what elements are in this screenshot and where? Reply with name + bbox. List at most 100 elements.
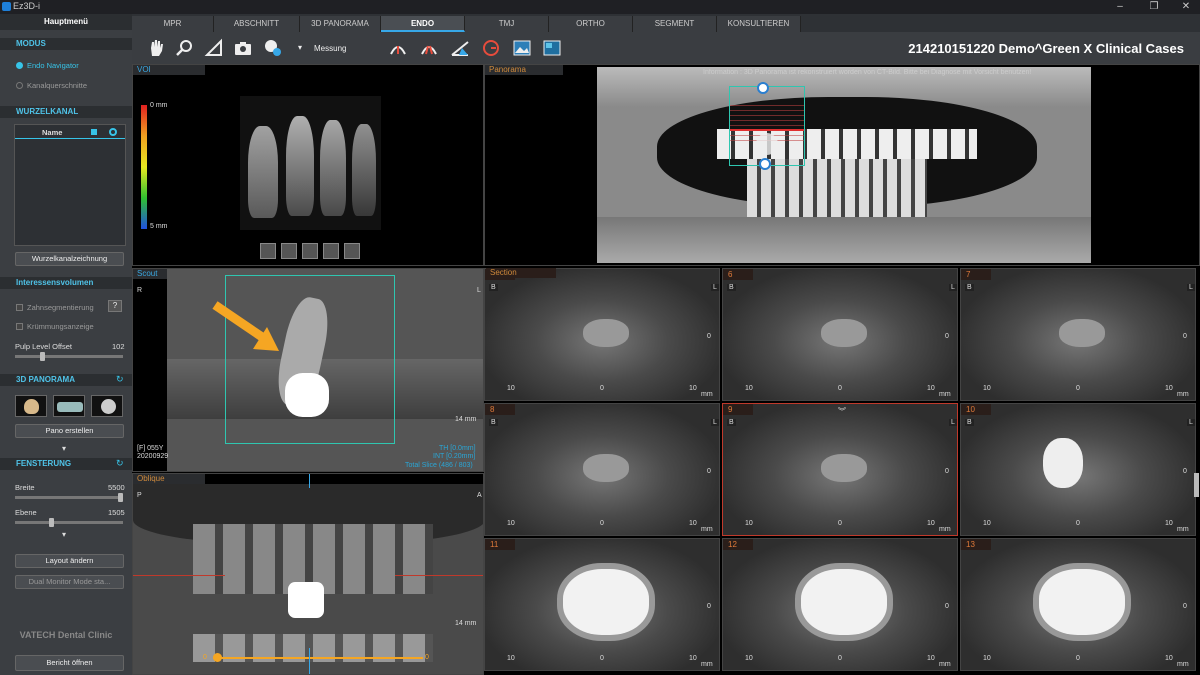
section-right-tick: 10 [689,520,697,527]
tab-segment[interactable]: SEGMENT [633,16,717,32]
section-cell[interactable]: 7 B L 0 10 0 10 mm [960,268,1196,401]
canal-tooth-icon[interactable] [388,38,408,58]
depth-slider[interactable] [213,657,423,659]
section-lingual-mark: L [1187,419,1195,426]
pano-skull-thumb-2[interactable] [53,395,85,417]
section-right-tick: 10 [927,385,935,392]
dropdown-arrow-icon[interactable]: ▾ [298,43,302,52]
section-lingual-mark: L [711,284,719,291]
tab-endo[interactable]: ENDO [381,16,465,32]
section-right-tick: 10 [927,520,935,527]
wurzelkanalzeichnung-button[interactable]: Wurzelkanalzeichnung [15,252,124,266]
endo-navigator-label[interactable]: Endo Navigator [27,61,79,70]
zahnsegmentierung-checkbox[interactable] [16,304,23,311]
section-label: Section [486,268,556,278]
slider-end-label: 0 [425,654,429,661]
section-right-tick: 10 [689,385,697,392]
breite-slider[interactable] [15,496,123,499]
view-back-button[interactable] [281,243,297,259]
section-lingual-mark: L [949,419,957,426]
camera-icon[interactable] [233,38,253,58]
view-right-button[interactable] [323,243,339,259]
ebene-value: 1505 [108,508,125,517]
section-left-tick: 10 [507,385,515,392]
section-mid-tick: 0 [838,520,842,527]
person-capture-icon[interactable] [263,38,283,58]
oblique-panel[interactable]: Oblique P A 14 mm 0 0 [132,473,484,675]
kanalquerschnitte-label[interactable]: Kanalquerschnitte [27,81,87,90]
section-cell[interactable]: 12 0 10 0 10 mm [722,538,958,671]
scout-total-slice: Total Slice (486 / 803) [405,462,473,469]
angle-measure-icon[interactable] [450,38,470,58]
pano-erstellen-button[interactable]: Pano erstellen [15,424,124,438]
tooth-cross-section [1039,569,1125,635]
scout-panel[interactable]: Scout R L 14 mm [F] 055Y 20200929 TH [0.… [132,268,484,472]
tab-3d-panorama[interactable]: 3D PANORAMA [300,16,381,32]
dual-monitor-button[interactable]: Dual Monitor Mode sta... [15,575,124,589]
section-cell[interactable]: 6 B L 0 10 0 10 mm [722,268,958,401]
voi-panel[interactable]: VOI 0 mm 5 mm [132,64,484,266]
chevron-down-icon[interactable]: ▾ [62,530,66,539]
scout-right-mark: L [477,287,481,294]
view-top-button[interactable] [344,243,360,259]
panorama-panel[interactable]: Panorama Information : 3D Panorama ist r… [484,64,1200,266]
section-cell[interactable]: 13 0 10 0 10 mm [960,538,1196,671]
layout-grid-icon[interactable] [542,38,562,58]
kanalquerschnitte-radio[interactable] [16,82,23,89]
section-right-tick: 10 [1165,655,1173,662]
reset-circle-icon[interactable] [481,38,501,58]
tab-ortho[interactable]: ORTHO [549,16,633,32]
rotate-handle-top[interactable] [757,82,769,94]
image-panel-icon[interactable] [512,38,532,58]
pulp-level-knob[interactable] [40,352,45,361]
measure-dropdown[interactable]: Messung [314,44,346,53]
layout-aendern-button[interactable]: Layout ändern [15,554,124,568]
bericht-oeffnen-button[interactable]: Bericht öffnen [15,655,124,671]
minimize-button[interactable]: – [1106,0,1134,14]
depth-slider-knob[interactable] [213,653,222,662]
eye-icon[interactable] [109,128,117,136]
zoom-icon[interactable] [175,38,195,58]
pano-skull-thumb-3[interactable] [91,395,123,417]
section-cell[interactable]: 11 0 10 0 10 mm [484,538,720,671]
breite-knob[interactable] [118,493,123,502]
help-button[interactable]: ? [108,300,122,312]
ebene-knob[interactable] [49,518,54,527]
hand-icon[interactable] [146,38,166,58]
tab-tmj[interactable]: TMJ [465,16,549,32]
refresh-icon[interactable]: ↻ [116,374,126,384]
kruemmung-checkbox[interactable] [16,323,23,330]
case-title: 214210151220 Demo^Green X Clinical Cases [908,41,1184,56]
section-number: 13 [961,539,991,550]
endo-navigator-radio[interactable] [16,62,23,69]
section-cell[interactable]: 5BL010010mm [484,268,720,401]
pulp-level-slider[interactable] [15,355,123,358]
section-number: 10 [961,404,991,415]
chevron-down-icon[interactable]: ▾ [62,444,66,453]
section-cell[interactable]: 8 B L 0 10 0 10 mm [484,403,720,536]
refresh-icon[interactable]: ↻ [116,458,126,468]
oblique-mm-label: 14 mm [455,620,477,627]
pano-skull-thumb-1[interactable] [15,395,47,417]
section-mm-unit: mm [939,391,951,398]
chevron-double-down-icon[interactable]: ︾ [838,406,846,417]
angle-icon[interactable] [204,38,224,58]
main-menu-button[interactable]: Hauptmenü [0,14,132,30]
section-mm-unit: mm [939,526,951,533]
canal-double-icon[interactable] [419,38,439,58]
tab-konsultieren[interactable]: KONSULTIEREN [717,16,801,32]
roi-box[interactable] [729,86,805,166]
tab-mpr[interactable]: MPR [132,16,214,32]
scout-mm-label: 14 mm [455,416,477,423]
view-front-button[interactable] [260,243,276,259]
section-cell[interactable]: 9 B L 0 10 0 10 mm [722,403,958,536]
tab-abschnitt[interactable]: ABSCHNITT [214,16,300,32]
section-mm-unit: mm [1177,526,1189,533]
section-cell[interactable]: 10 B L 0 10 0 10 mm [960,403,1196,536]
section-scrollbar[interactable] [1194,473,1199,497]
maximize-button[interactable]: ❐ [1140,0,1168,14]
ebene-slider[interactable] [15,521,123,524]
rotate-handle-bottom[interactable] [759,158,771,170]
close-button[interactable]: ✕ [1172,0,1200,14]
view-left-button[interactable] [302,243,318,259]
